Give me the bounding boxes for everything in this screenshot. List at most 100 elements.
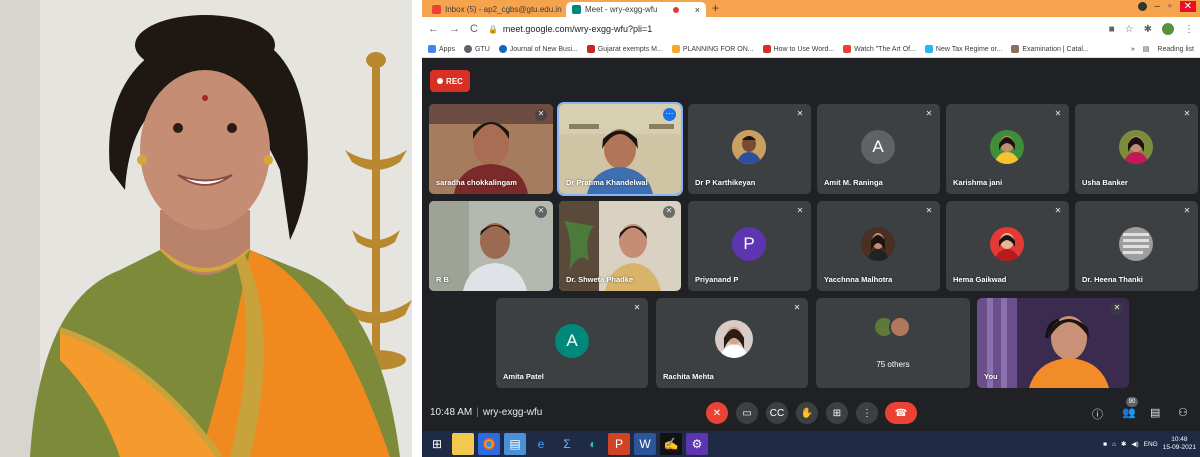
portrait-photo <box>0 0 412 457</box>
profile-avatar[interactable] <box>1162 23 1174 35</box>
reading-list-button[interactable]: Reading list <box>1157 46 1194 53</box>
ts-icon <box>586 45 595 53</box>
participant-avatar: A <box>861 130 895 164</box>
tray-network-icon[interactable]: ⌂ <box>1112 441 1116 448</box>
pen-app-icon[interactable]: ✍ <box>660 433 682 455</box>
bookmark-word[interactable]: How to Use Word... <box>762 45 834 53</box>
internet-explorer-icon[interactable]: e <box>530 433 552 455</box>
window-close-icon[interactable]: ✕ <box>1179 1 1196 12</box>
bookmarks-bar: Apps GTU Journal of New Busi... Gujarat … <box>422 41 1200 58</box>
participant-tile[interactable]: ✕ Dr P Karthikeyan <box>688 104 811 194</box>
powerpoint-icon[interactable]: P <box>608 433 630 455</box>
tray-volume-icon[interactable]: ◀) <box>1131 440 1138 448</box>
windows-start-icon[interactable]: ⊞ <box>426 433 448 455</box>
mic-off-icon: ✕ <box>663 206 675 218</box>
bookmark-exam[interactable]: Examination | Catal... <box>1011 45 1089 53</box>
close-tab-icon[interactable]: × <box>695 5 700 15</box>
bookmark-journal[interactable]: Journal of New Busi... <box>498 45 578 53</box>
participant-tile[interactable]: A ✕ Amit M. Raninga <box>817 104 940 194</box>
people-icon[interactable]: 👥 <box>1122 406 1136 419</box>
bookmark-gtu[interactable]: GTU <box>463 45 490 53</box>
mic-off-icon: ✕ <box>535 206 547 218</box>
gmail-icon <box>432 5 441 14</box>
notepad-icon[interactable]: ▤ <box>504 433 526 455</box>
chrome-icon[interactable] <box>478 433 500 455</box>
tray-bluetooth-icon[interactable]: ✱ <box>1121 440 1126 448</box>
composite-image: Inbox (5) - ap2_cgbs@gtu.edu.in × Meet -… <box>0 0 1200 457</box>
more-options-button[interactable]: ⋮ <box>856 402 878 424</box>
participant-avatar <box>861 227 895 261</box>
participant-tile[interactable]: ✕ Yacchnna Malhotra <box>817 201 940 291</box>
mic-off-icon: ✕ <box>925 109 933 118</box>
participant-tile[interactable]: ✕ R B <box>429 201 553 291</box>
bookmark-tax[interactable]: New Tax Regime or... <box>924 45 1002 53</box>
camera-toggle-button[interactable]: ▭ <box>736 402 758 424</box>
bookmark-gujarat[interactable]: Gujarat exempts M... <box>586 45 663 53</box>
bookmark-watch[interactable]: Watch "The Art Of... <box>843 45 916 53</box>
lock-icon: 🔒 <box>487 24 498 34</box>
meeting-info-icon[interactable]: ⓘ <box>1092 406 1103 422</box>
mic-off-icon: ✕ <box>1111 303 1123 315</box>
meet-stage: REC ✕ saradha chokkalingam ⋯ Dr Pratima … <box>422 58 1200 431</box>
others-count: 75 others <box>876 360 910 369</box>
tray-app-icon[interactable]: ■ <box>1103 441 1107 448</box>
participant-avatar: P <box>732 227 766 261</box>
language-indicator[interactable]: ENG <box>1144 441 1158 448</box>
participant-tile[interactable]: P ✕ Priyanand P <box>688 201 811 291</box>
more-options-icon[interactable]: ⋯ <box>663 108 676 121</box>
file-explorer-icon[interactable] <box>452 433 474 455</box>
extensions-icon[interactable]: ✱ <box>1144 24 1152 35</box>
settings-icon[interactable]: ⚙ <box>686 433 708 455</box>
participant-tile[interactable]: ✕ Usha Banker <box>1075 104 1198 194</box>
camera-permission-icon[interactable]: ■ <box>1109 24 1115 35</box>
participant-tile[interactable]: A ✕ Amita Patel <box>496 298 648 388</box>
participant-tile[interactable]: ⋯ Dr Pratima Khandelwal <box>557 102 683 196</box>
b-icon <box>762 45 771 53</box>
others-avatars <box>873 316 913 340</box>
captions-button[interactable]: CC <box>766 402 788 424</box>
participant-tile[interactable]: ✕ Rachita Mehta <box>656 298 808 388</box>
mic-toggle-button[interactable]: ✕ <box>706 402 728 424</box>
more-bookmarks-button[interactable]: » <box>1131 46 1135 53</box>
tab-gmail-inbox[interactable]: Inbox (5) - ap2_cgbs@gtu.edu.in × <box>426 2 564 17</box>
raise-hand-button[interactable]: ✋ <box>796 402 818 424</box>
participant-tile[interactable]: ✕ Dr. Shweta Phadke <box>559 201 681 291</box>
browser-tab-strip: Inbox (5) - ap2_cgbs@gtu.edu.in × Meet -… <box>422 0 1200 17</box>
globe-icon <box>463 45 472 53</box>
participant-avatar <box>715 320 753 358</box>
chat-icon[interactable]: ▤ <box>1150 406 1160 419</box>
apps-grid-icon <box>428 45 436 53</box>
reload-icon[interactable]: C <box>470 23 478 35</box>
present-button[interactable]: ⊞ <box>826 402 848 424</box>
participant-avatar <box>990 130 1024 164</box>
tab-title: Meet - wry-exgg-wfu <box>585 5 658 14</box>
back-icon[interactable]: ← <box>428 23 439 35</box>
minimize-icon[interactable]: – <box>1155 1 1161 12</box>
word-icon[interactable]: W <box>634 433 656 455</box>
participant-tile[interactable]: ✕ saradha chokkalingam <box>429 104 553 194</box>
tab-google-meet[interactable]: Meet - wry-exgg-wfu × <box>566 2 706 17</box>
url-field[interactable]: 🔒 meet.google.com/wry-exgg-wfu?pli=1 <box>488 24 652 34</box>
meeting-code: wry-exgg-wfu <box>482 407 543 418</box>
participant-tile[interactable]: ✕ Dr. Heena Thanki <box>1075 201 1198 291</box>
leave-call-button[interactable]: ☎ <box>885 402 917 424</box>
edge-icon[interactable]: ◐ <box>582 433 604 455</box>
menu-icon[interactable]: ⋮ <box>1184 24 1194 35</box>
self-view-tile[interactable]: ✕ You <box>977 298 1129 388</box>
participant-tile[interactable]: ✕ Karishma jani <box>946 104 1069 194</box>
participant-tile[interactable]: ✕ Hema Gaikwad <box>946 201 1069 291</box>
mic-off-icon: ✕ <box>633 303 641 312</box>
calculator-icon[interactable]: Σ <box>556 433 578 455</box>
windows-taskbar: ⊞ ▤ e Σ ◐ P W ✍ ⚙ ■ ⌂ ✱ ◀) ENG 10:48 15-… <box>422 431 1200 457</box>
others-tile[interactable]: 75 others <box>816 298 970 388</box>
star-icon[interactable]: ☆ <box>1125 24 1134 35</box>
forward-icon[interactable]: → <box>449 23 460 35</box>
new-tab-button[interactable]: + <box>712 1 719 15</box>
bookmark-apps[interactable]: Apps <box>428 45 455 53</box>
activities-icon[interactable]: ⚇ <box>1178 406 1188 419</box>
maximize-icon[interactable]: ▫ <box>1168 1 1172 12</box>
mic-off-icon: ✕ <box>1054 109 1062 118</box>
taskbar-clock[interactable]: 10:48 15-09-2021 <box>1163 436 1196 452</box>
journal-icon <box>498 45 507 53</box>
bookmark-planning[interactable]: PLANNING FOR ON... <box>671 45 754 53</box>
